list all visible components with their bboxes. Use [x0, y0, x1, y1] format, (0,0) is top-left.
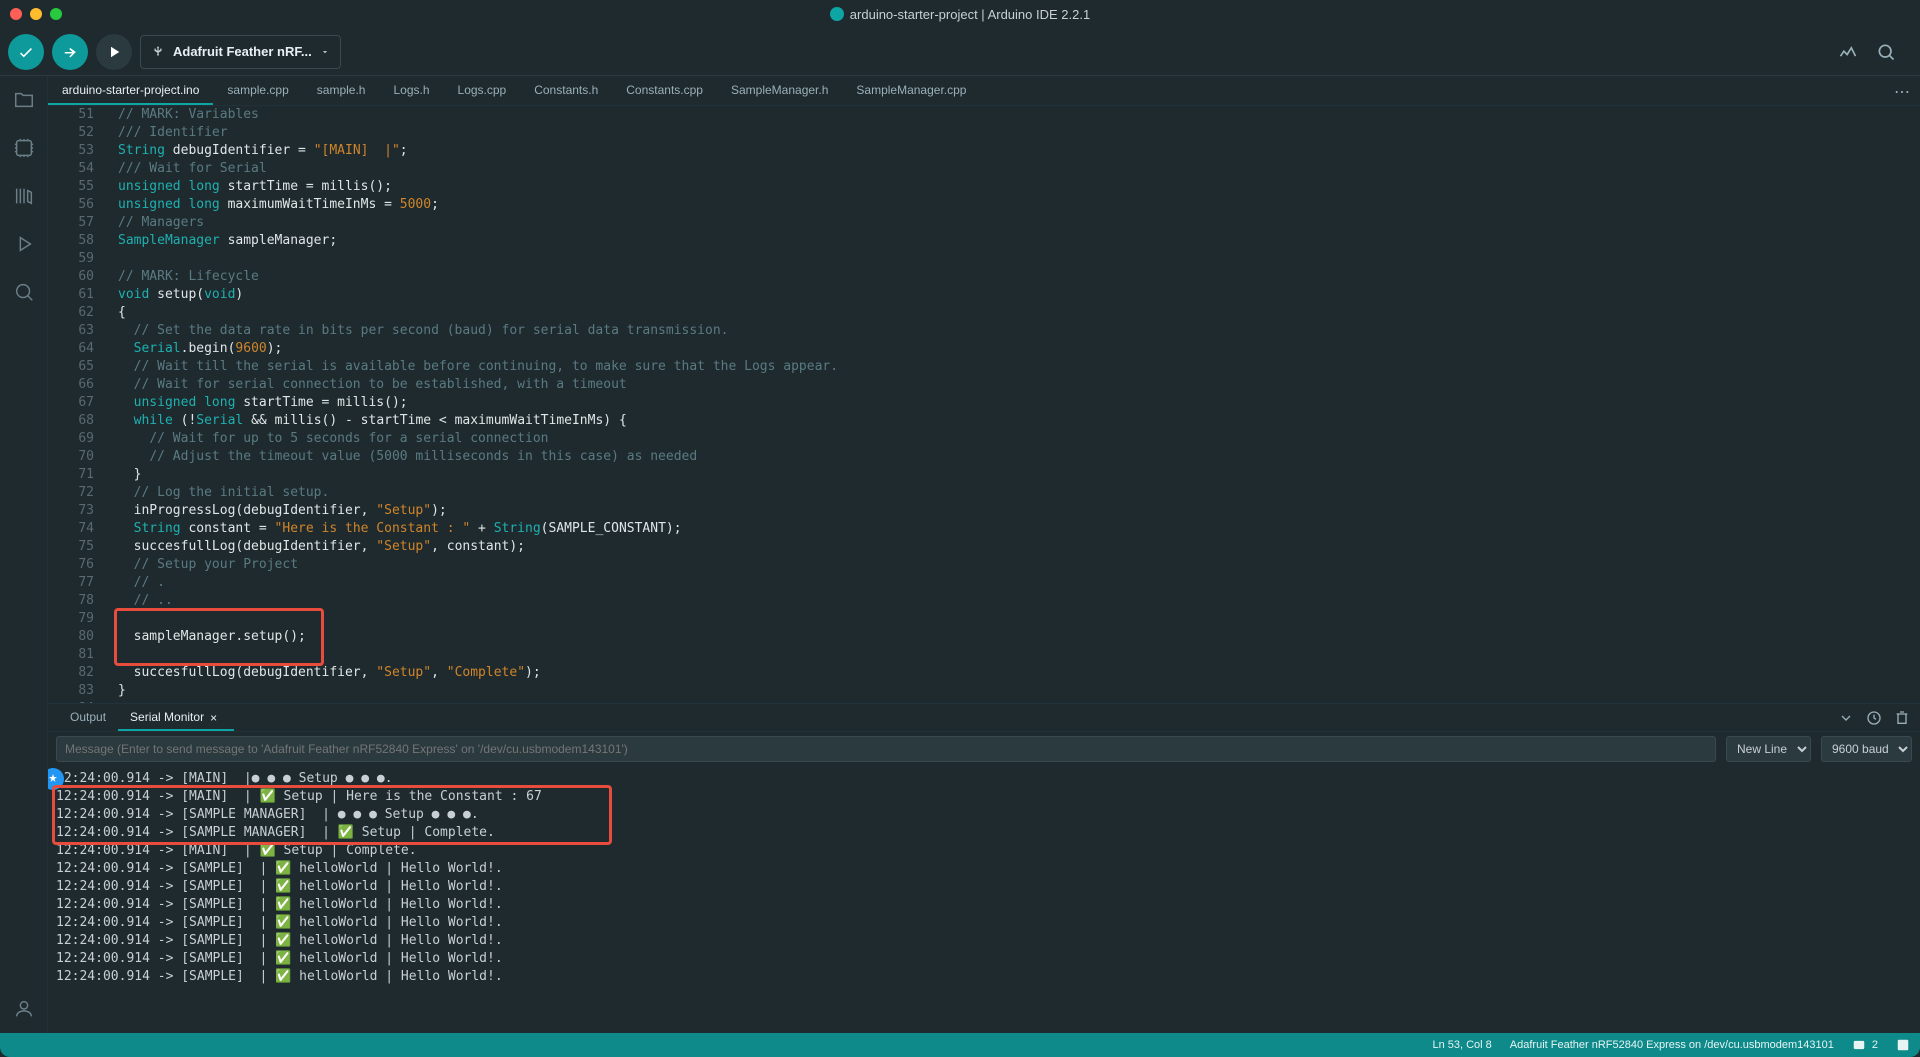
line-ending-select[interactable]: New Line	[1726, 736, 1811, 762]
sidebar-debug[interactable]	[10, 230, 38, 258]
activity-sidebar	[0, 76, 48, 1033]
upload-button[interactable]	[52, 34, 88, 70]
tab-constants-cpp[interactable]: Constants.cpp	[612, 76, 717, 105]
traffic-lights	[10, 8, 62, 20]
toolbar: Adafruit Feather nRF...	[0, 28, 1920, 76]
serial-output-line: 12:24:00.914 -> [SAMPLE] | ✅ helloWorld …	[56, 932, 1912, 950]
sidebar-library-manager[interactable]	[10, 182, 38, 210]
serial-output-line: 12:24:00.914 -> [SAMPLE] | ✅ helloWorld …	[56, 968, 1912, 986]
minimize-window-button[interactable]	[30, 8, 42, 20]
serial-output-line: 12:24:00.914 -> [SAMPLE] | ✅ helloWorld …	[56, 914, 1912, 932]
tab-logs-cpp[interactable]: Logs.cpp	[444, 76, 521, 105]
window-title-text: arduino-starter-project | Arduino IDE 2.…	[850, 7, 1090, 22]
panel-tab-output[interactable]: Output	[58, 704, 118, 731]
tab-logs-h[interactable]: Logs.h	[379, 76, 443, 105]
serial-output[interactable]: 12:24:00.914 -> [MAIN] |● ● ● Setup ● ● …	[48, 766, 1920, 1033]
code-editor[interactable]: 5152535455565758596061626364656667686970…	[48, 106, 1920, 703]
panel-tabs: OutputSerial Monitor×	[48, 704, 1920, 732]
panel-toggle-autoscroll[interactable]	[1836, 708, 1856, 728]
panel-tab-serial-monitor[interactable]: Serial Monitor×	[118, 704, 234, 731]
panel-toggle-timestamp[interactable]	[1864, 708, 1884, 728]
status-board-info[interactable]: Adafruit Feather nRF52840 Express on /de…	[1510, 1039, 1834, 1051]
editor-tabs: arduino-starter-project.inosample.cppsam…	[48, 76, 1920, 106]
serial-output-line: 12:24:00.914 -> [SAMPLE] | ✅ helloWorld …	[56, 860, 1912, 878]
usb-icon	[151, 45, 165, 59]
serial-output-line: 12:24:00.914 -> [SAMPLE MANAGER] | ✅ Set…	[56, 824, 1912, 842]
titlebar: arduino-starter-project | Arduino IDE 2.…	[0, 0, 1920, 28]
serial-output-line: 12:24:00.914 -> [SAMPLE] | ✅ helloWorld …	[56, 878, 1912, 896]
verify-button[interactable]	[8, 34, 44, 70]
serial-monitor-button[interactable]	[1872, 38, 1900, 66]
sidebar-search[interactable]	[10, 278, 38, 306]
maximize-window-button[interactable]	[50, 8, 62, 20]
sidebar-boards-manager[interactable]	[10, 134, 38, 162]
baud-rate-select[interactable]: 9600 baud	[1821, 736, 1912, 762]
serial-output-line: 12:24:00.914 -> [MAIN] |● ● ● Setup ● ● …	[56, 770, 1912, 788]
serial-output-line: 12:24:00.914 -> [MAIN] | ✅ Setup | Compl…	[56, 842, 1912, 860]
tab-sample-h[interactable]: sample.h	[303, 76, 380, 105]
close-icon[interactable]: ×	[210, 711, 222, 723]
tab-arduino-starter-project-ino[interactable]: arduino-starter-project.ino	[48, 76, 213, 105]
serial-plotter-button[interactable]	[1834, 38, 1862, 66]
serial-output-line: 12:24:00.914 -> [SAMPLE] | ✅ helloWorld …	[56, 896, 1912, 914]
tab-sample-cpp[interactable]: sample.cpp	[213, 76, 302, 105]
chevron-down-icon	[320, 47, 330, 57]
tab-samplemanager-cpp[interactable]: SampleManager.cpp	[842, 76, 980, 105]
status-close-panel[interactable]	[1896, 1038, 1910, 1052]
sidebar-account[interactable]	[10, 995, 38, 1023]
status-cursor-position: Ln 53, Col 8	[1432, 1039, 1491, 1051]
tab-constants-h[interactable]: Constants.h	[520, 76, 612, 105]
serial-output-line: 12:24:00.914 -> [SAMPLE] | ✅ helloWorld …	[56, 950, 1912, 968]
window-title: arduino-starter-project | Arduino IDE 2.…	[830, 7, 1090, 22]
board-selector-label: Adafruit Feather nRF...	[173, 44, 312, 59]
bottom-panel: OutputSerial Monitor× New Line 9600 baud	[48, 703, 1920, 1033]
sidebar-sketchbook[interactable]	[10, 86, 38, 114]
tab-samplemanager-h[interactable]: SampleManager.h	[717, 76, 842, 105]
panel-clear-output[interactable]	[1892, 708, 1912, 728]
status-notifications[interactable]: 2	[1852, 1038, 1878, 1052]
serial-message-input[interactable]	[56, 736, 1716, 762]
close-window-button[interactable]	[10, 8, 22, 20]
tabs-more-button[interactable]: ⋯	[1894, 82, 1910, 102]
statusbar: Ln 53, Col 8 Adafruit Feather nRF52840 E…	[0, 1033, 1920, 1057]
board-selector[interactable]: Adafruit Feather nRF...	[140, 35, 341, 69]
serial-output-line: 12:24:00.914 -> [MAIN] | ✅ Setup | Here …	[56, 788, 1912, 806]
serial-output-line: 12:24:00.914 -> [SAMPLE MANAGER] | ● ● ●…	[56, 806, 1912, 824]
arduino-icon	[830, 7, 844, 21]
debug-button[interactable]	[96, 34, 132, 70]
